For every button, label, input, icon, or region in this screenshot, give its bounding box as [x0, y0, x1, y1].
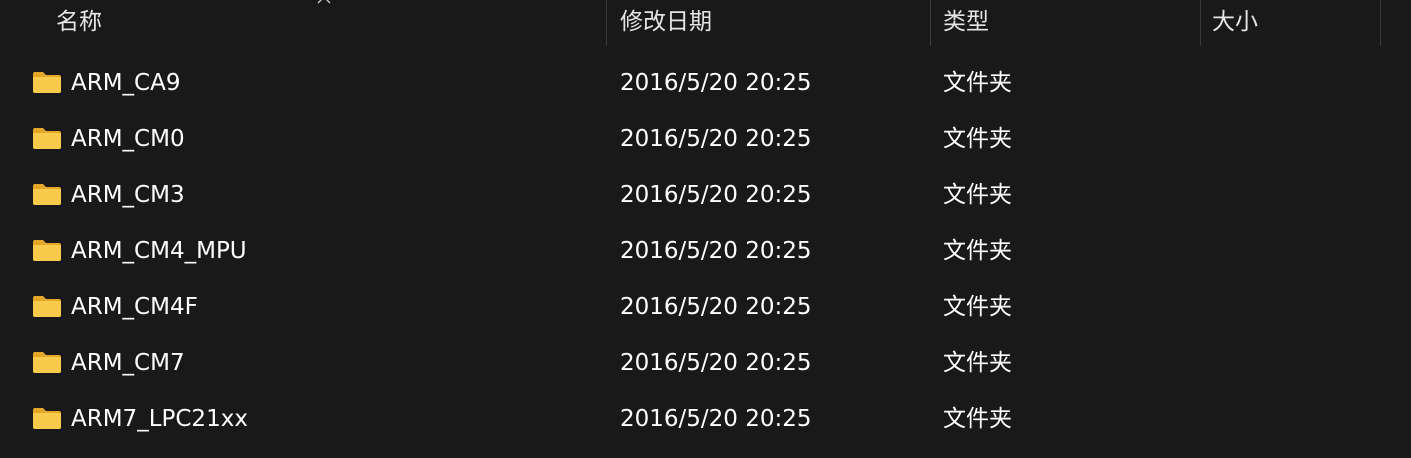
- column-header-size-label: 大小: [1212, 9, 1258, 35]
- file-type: 文件夹: [943, 182, 1012, 208]
- folder-icon: [33, 296, 61, 317]
- folder-icon: [33, 72, 61, 93]
- modified-date: 2016/5/20 20:25: [620, 238, 812, 264]
- file-name: ARM_CM0: [71, 126, 185, 152]
- column-divider[interactable]: [606, 0, 607, 46]
- list-item[interactable]: ARM_CM4_MPU 2016/5/20 20:25 文件夹: [0, 223, 1411, 279]
- column-header-name[interactable]: 名称: [56, 0, 606, 46]
- folder-icon: [33, 408, 61, 429]
- folder-icon: [33, 352, 61, 373]
- file-list-view: 名称 修改日期 类型 大小 ARM_CA9 2016/5/20 20:25 文件: [0, 0, 1411, 458]
- list-item[interactable]: ARM_CM0 2016/5/20 20:25 文件夹: [0, 111, 1411, 167]
- column-header-type[interactable]: 类型: [943, 0, 1200, 46]
- file-type: 文件夹: [943, 350, 1012, 376]
- file-name: ARM_CA9: [71, 70, 181, 96]
- file-name: ARM_CM3: [71, 182, 185, 208]
- list-item[interactable]: ARM_CM7 2016/5/20 20:25 文件夹: [0, 335, 1411, 391]
- file-name: ARM_CM7: [71, 350, 185, 376]
- column-header-date-label: 修改日期: [620, 9, 712, 35]
- column-header-size[interactable]: 大小: [1212, 0, 1380, 46]
- list-item[interactable]: ARM_CM3 2016/5/20 20:25 文件夹: [0, 167, 1411, 223]
- column-header-bar: 名称 修改日期 类型 大小: [0, 0, 1411, 46]
- file-name: ARM7_LPC21xx: [71, 406, 248, 432]
- modified-date: 2016/5/20 20:25: [620, 182, 812, 208]
- column-header-type-label: 类型: [943, 9, 989, 35]
- modified-date: 2016/5/20 20:25: [620, 350, 812, 376]
- modified-date: 2016/5/20 20:25: [620, 126, 812, 152]
- chevron-up-icon: [317, 0, 331, 4]
- column-header-name-label: 名称: [56, 9, 102, 35]
- file-type: 文件夹: [943, 294, 1012, 320]
- file-name: ARM_CM4F: [71, 294, 198, 320]
- folder-icon: [33, 184, 61, 205]
- column-header-date[interactable]: 修改日期: [620, 0, 930, 46]
- modified-date: 2016/5/20 20:25: [620, 406, 812, 432]
- list-item[interactable]: ARM7_LPC21xx 2016/5/20 20:25 文件夹: [0, 391, 1411, 447]
- file-type: 文件夹: [943, 406, 1012, 432]
- column-divider[interactable]: [930, 0, 931, 46]
- file-rows: ARM_CA9 2016/5/20 20:25 文件夹 ARM_CM0 2016…: [0, 55, 1411, 447]
- folder-icon: [33, 128, 61, 149]
- file-type: 文件夹: [943, 70, 1012, 96]
- list-item[interactable]: ARM_CM4F 2016/5/20 20:25 文件夹: [0, 279, 1411, 335]
- file-type: 文件夹: [943, 126, 1012, 152]
- list-item[interactable]: ARM_CA9 2016/5/20 20:25 文件夹: [0, 55, 1411, 111]
- column-divider[interactable]: [1200, 0, 1201, 46]
- column-divider[interactable]: [1380, 0, 1381, 46]
- file-name: ARM_CM4_MPU: [71, 238, 247, 264]
- file-type: 文件夹: [943, 238, 1012, 264]
- modified-date: 2016/5/20 20:25: [620, 294, 812, 320]
- folder-icon: [33, 240, 61, 261]
- modified-date: 2016/5/20 20:25: [620, 70, 812, 96]
